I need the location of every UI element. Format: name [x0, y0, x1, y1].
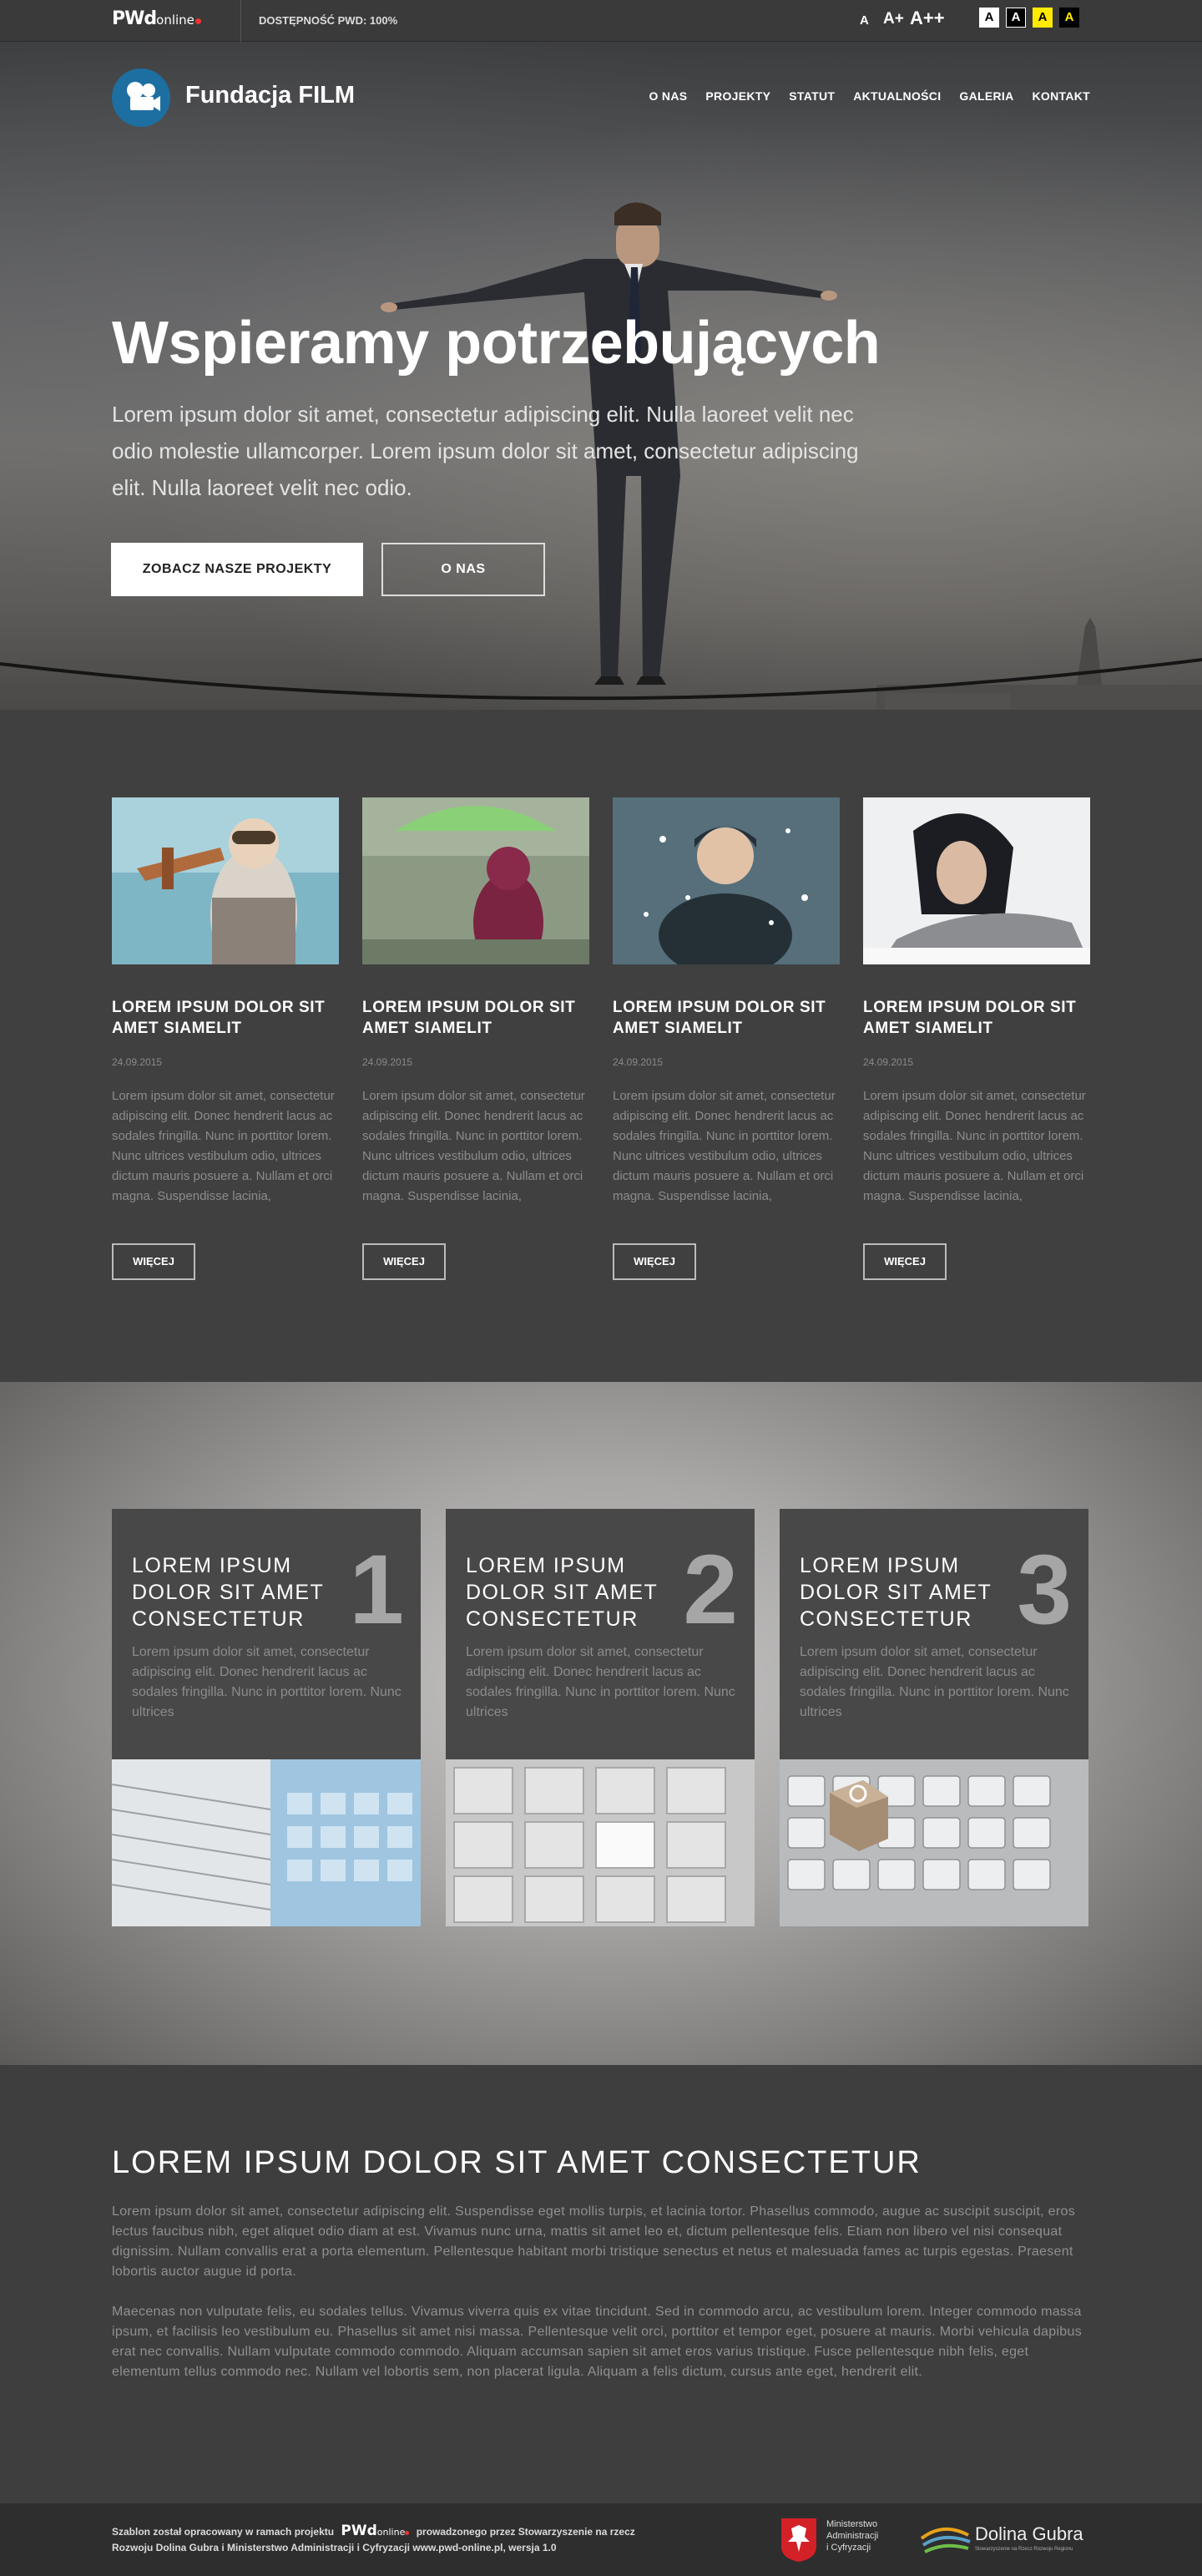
nav-item-kontakt[interactable]: KONTAKT [1033, 89, 1091, 103]
divider [240, 0, 241, 42]
footer-pwd-logo[interactable]: PWdonline [341, 2523, 410, 2539]
footer-credits: Szablon został opracowany w ramach proje… [112, 2523, 635, 2555]
feature-box[interactable]: LOREM IPSUM DOLOR SIT AMET CONSECTETUR 1… [112, 1509, 421, 1926]
news-image-woman-confetti[interactable] [613, 797, 840, 977]
feature-title: LOREM IPSUM DOLOR SIT AMET CONSECTETUR [132, 1554, 324, 1631]
feature-title: LOREM IPSUM DOLOR SIT AMET CONSECTETUR [466, 1554, 658, 1631]
about-us-button[interactable]: O NAS [381, 543, 545, 596]
news-title[interactable]: LOREM IPSUM DOLOR SIT AMET SIAMELIT [362, 997, 589, 1039]
footer: Szablon został opracowany w ramach proje… [0, 2503, 1202, 2576]
nav-item-o-nas[interactable]: O NAS [649, 89, 688, 103]
feature-image-keyboard-contact-cube [780, 1759, 1088, 1926]
font-size-large-button[interactable]: A+ [883, 10, 904, 28]
dolina-gubra-tagline: Stowarzyszenie na Rzecz Rozwoju Regionu [975, 2547, 1073, 2552]
news-image-boy-airplane[interactable] [112, 797, 339, 981]
hero-section: Fundacja FILM O NAS PROJEKTY STATUT AKTU… [0, 42, 1202, 710]
news-card: LOREM IPSUM DOLOR SIT AMET SIAMELIT 24.0… [112, 797, 339, 1280]
news-excerpt: Lorem ipsum dolor sit amet, consectetur … [112, 1089, 335, 1203]
news-title[interactable]: LOREM IPSUM DOLOR SIT AMET SIAMELIT [112, 997, 339, 1039]
accessibility-label: DOSTĘPNOŚĆ PWD: 100% [259, 14, 398, 27]
feature-number: 1 [349, 1535, 404, 1645]
read-more-button[interactable]: WIĘCEJ [112, 1243, 195, 1280]
feature-text: Lorem ipsum dolor sit amet, consectetur … [132, 1645, 402, 1719]
contrast-black-yellow-button[interactable]: A [1059, 8, 1079, 28]
site-brand-name[interactable]: Fundacja FILM [185, 82, 355, 109]
feature-image-newspapers-keyboard [112, 1759, 421, 1926]
news-card: LOREM IPSUM DOLOR SIT AMET SIAMELIT 24.0… [362, 797, 589, 1280]
font-size-xlarge-button[interactable]: A++ [910, 8, 945, 29]
feature-box[interactable]: LOREM IPSUM DOLOR SIT AMET CONSECTETUR 2… [446, 1509, 755, 1926]
feature-box[interactable]: LOREM IPSUM DOLOR SIT AMET CONSECTETUR 3… [780, 1509, 1088, 1926]
feature-text: Lorem ipsum dolor sit amet, consectetur … [466, 1645, 735, 1719]
font-size-normal-button[interactable]: A [860, 13, 869, 28]
news-excerpt: Lorem ipsum dolor sit amet, consectetur … [362, 1089, 585, 1203]
pwd-online-logo[interactable]: PWdonline [112, 8, 201, 29]
about-paragraph: Maecenas non vulputate felis, eu sodales… [112, 2305, 1083, 2379]
contrast-default-button[interactable]: A [979, 8, 999, 28]
footer-pwd-logo-main: PWd [341, 2523, 377, 2539]
news-date: 24.09.2015 [863, 1056, 914, 1068]
film-camera-logo-icon[interactable] [112, 68, 170, 127]
dolina-gubra-wave-icon [920, 2528, 971, 2553]
top-bar: PWdonline DOSTĘPNOŚĆ PWD: 100% A A+ A++ … [0, 0, 1202, 42]
read-more-button[interactable]: WIĘCEJ [362, 1243, 446, 1280]
ministry-line: Administracji [826, 2531, 879, 2541]
logo-dot-icon [194, 18, 201, 24]
logo-dot-icon [405, 2531, 410, 2535]
dolina-gubra-logo-text[interactable]: Dolina Gubra [975, 2523, 1083, 2545]
nav-item-projekty[interactable]: PROJEKTY [705, 89, 770, 103]
hero-text: Lorem ipsum dolor sit amet, consectetur … [112, 402, 859, 500]
nav-item-statut[interactable]: STATUT [789, 89, 835, 103]
news-card: LOREM IPSUM DOLOR SIT AMET SIAMELIT 24.0… [863, 797, 1090, 1280]
about-paragraph: Lorem ipsum dolor sit amet, consectetur … [112, 2204, 1076, 2279]
news-title[interactable]: LOREM IPSUM DOLOR SIT AMET SIAMELIT [613, 997, 840, 1039]
polish-eagle-emblem-icon [781, 2518, 816, 2562]
logo-suffix: online [156, 13, 194, 28]
nav-item-galeria[interactable]: GALERIA [959, 89, 1013, 103]
news-title[interactable]: LOREM IPSUM DOLOR SIT AMET SIAMELIT [863, 997, 1090, 1039]
contrast-black-white-button[interactable]: A [1006, 8, 1026, 28]
nav-item-aktualnosci[interactable]: AKTUALNOŚCI [853, 89, 941, 103]
news-date: 24.09.2015 [613, 1056, 664, 1068]
footer-credits-line2: Rozwoju Dolina Gubra i Ministerstwo Admi… [112, 2542, 557, 2553]
news-date: 24.09.2015 [362, 1056, 413, 1068]
news-card: LOREM IPSUM DOLOR SIT AMET SIAMELIT 24.0… [613, 797, 840, 1280]
about-section: LOREM IPSUM DOLOR SIT AMET CONSECTETUR L… [0, 2065, 1202, 2503]
contrast-yellow-black-button[interactable]: A [1033, 8, 1053, 28]
news-image-girl-umbrella[interactable] [362, 797, 589, 973]
ministry-line: i Cyfryzacji [826, 2543, 871, 2553]
feature-text: Lorem ipsum dolor sit amet, consectetur … [800, 1645, 1069, 1719]
feature-image-white-cubes [446, 1759, 755, 1926]
read-more-button[interactable]: WIĘCEJ [863, 1243, 947, 1280]
logo-main: PWd [112, 8, 157, 29]
read-more-button[interactable]: WIĘCEJ [613, 1243, 696, 1280]
news-image-woman-resting[interactable] [863, 797, 1090, 964]
news-excerpt: Lorem ipsum dolor sit amet, consectetur … [613, 1089, 836, 1203]
see-projects-button[interactable]: ZOBACZ NASZE PROJEKTY [111, 543, 363, 596]
news-section: LOREM IPSUM DOLOR SIT AMET SIAMELIT 24.0… [0, 710, 1202, 1382]
ministry-line: Ministerstwo [826, 2519, 878, 2529]
footer-pwd-logo-suffix: online [376, 2527, 406, 2538]
footer-credits-line1a: Szablon został opracowany w ramach proje… [112, 2526, 335, 2538]
main-navigation: O NAS PROJEKTY STATUT AKTUALNOŚCI GALERI… [649, 89, 1090, 103]
feature-number: 2 [683, 1535, 738, 1645]
ministry-logo[interactable]: Ministerstwo Administracji i Cyfryzacji [826, 2518, 878, 2553]
feature-number: 3 [1017, 1535, 1072, 1645]
about-title: LOREM IPSUM DOLOR SIT AMET CONSECTETUR [112, 2145, 922, 2180]
features-section: LOREM IPSUM DOLOR SIT AMET CONSECTETUR 1… [0, 1382, 1202, 2065]
news-excerpt: Lorem ipsum dolor sit amet, consectetur … [863, 1089, 1086, 1203]
footer-credits-line1b: prowadzonego przez Stowarzyszenie na rze… [416, 2526, 635, 2538]
news-date: 24.09.2015 [112, 1056, 163, 1068]
feature-title: LOREM IPSUM DOLOR SIT AMET CONSECTETUR [800, 1554, 992, 1631]
hero-title: Wspieramy potrzebujących [112, 310, 881, 377]
